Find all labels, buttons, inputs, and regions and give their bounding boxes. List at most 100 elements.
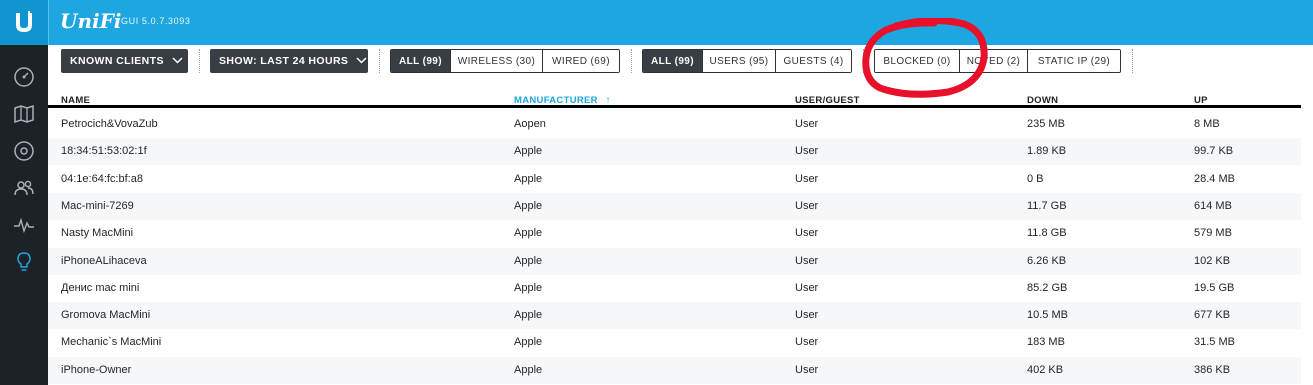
client-user-guest: User	[795, 309, 819, 322]
client-up: 99.7 KB	[1194, 145, 1234, 158]
dashboard-gauge-icon[interactable]	[12, 65, 36, 89]
toolbar-separator	[863, 49, 864, 73]
client-up: 386 KB	[1194, 363, 1231, 376]
client-filter-label: KNOWN CLIENTS	[70, 55, 164, 67]
table-row[interactable]: 18:34:51:53:02:1f Apple User 1.89 KB 99.7 KB	[48, 138, 1301, 166]
column-header-down[interactable]: DOWN	[1027, 95, 1058, 106]
client-up: 677 KB	[1194, 309, 1231, 322]
devices-icon[interactable]	[12, 139, 36, 163]
client-user-guest: User	[795, 172, 819, 185]
client-down: 1.89 KB	[1027, 145, 1067, 158]
tab-guests[interactable]: GUESTS (4)	[775, 50, 851, 72]
sort-ascending-arrow-icon: ↑	[605, 95, 611, 106]
client-down: 11.7 GB	[1027, 199, 1067, 212]
table-row[interactable]: Gromova MacMini Apple User 10.5 MB 677 KB	[48, 302, 1301, 330]
client-name: iPhoneALihaceva	[61, 254, 147, 267]
client-type-tabs: ALL (99) USERS (95) GUESTS (4)	[642, 49, 852, 73]
client-user-guest: User	[795, 118, 819, 130]
time-filter-dropdown[interactable]: SHOW: LAST 24 HOURS	[210, 49, 368, 73]
client-manufacturer: Apple	[514, 336, 543, 349]
column-header-up[interactable]: UP	[1194, 95, 1208, 106]
table-row[interactable]: Mac-mini-7269 Apple User 11.7 GB 614 MB	[48, 192, 1301, 220]
client-name: Nasty MacMini	[61, 227, 134, 240]
client-down: 6.26 KB	[1027, 254, 1067, 267]
client-up: 8 MB	[1194, 118, 1220, 130]
column-header-manufacturer[interactable]: MANUFACTURER ↑	[514, 95, 611, 106]
client-up: 28.4 MB	[1194, 172, 1235, 185]
gui-version: GUI 5.0.7.3093	[121, 16, 191, 26]
chevron-down-icon	[356, 55, 367, 67]
client-user-guest: User	[795, 254, 819, 267]
connection-tabs: ALL (99) WIRELESS (30) WIRED (69)	[390, 49, 620, 73]
tab-blocked[interactable]: BLOCKED (0)	[875, 50, 959, 72]
client-down: 402 KB	[1027, 363, 1064, 376]
tab-users[interactable]: USERS (95)	[702, 50, 775, 72]
insights-bulb-icon[interactable]	[12, 250, 36, 274]
header-divider	[48, 0, 49, 45]
client-manufacturer: Apple	[514, 363, 543, 376]
client-manufacturer: Apple	[514, 145, 543, 158]
time-filter-label: SHOW: LAST 24 HOURS	[219, 55, 349, 67]
client-down: 11.8 GB	[1027, 227, 1067, 240]
client-user-guest: User	[795, 145, 819, 158]
top-header: UniFi GUI 5.0.7.3093	[0, 0, 1313, 45]
tab-wired[interactable]: WIRED (69)	[542, 50, 619, 72]
sidebar	[0, 45, 48, 385]
client-user-guest: User	[795, 336, 819, 349]
table-row[interactable]: Mechanic`s MacMini Apple User 183 MB 31.5 MB	[48, 329, 1301, 356]
clients-icon[interactable]	[12, 176, 36, 200]
column-header-name[interactable]: NAME	[61, 95, 90, 106]
client-up: 19.5 GB	[1194, 281, 1235, 294]
client-up: 31.5 MB	[1194, 336, 1235, 349]
client-user-guest: User	[795, 227, 819, 240]
table-row[interactable]: iPhone-Owner Apple User 402 KB 386 KB	[48, 356, 1301, 384]
clients-table-header: NAME MANUFACTURER ↑ USER/GUEST DOWN UP	[48, 88, 1301, 108]
client-name: Денис mac mini	[61, 281, 140, 294]
ubiquiti-logo-icon[interactable]	[0, 0, 48, 45]
table-row[interactable]: iPhoneALihaceva Apple User 6.26 KB 102 KB	[48, 247, 1301, 275]
map-icon[interactable]	[12, 102, 36, 126]
client-user-guest: User	[795, 363, 819, 376]
client-up: 579 MB	[1194, 227, 1232, 240]
client-down: 10.5 MB	[1027, 309, 1068, 322]
client-name: Mechanic`s MacMini	[61, 336, 162, 349]
tab-all-connections[interactable]: ALL (99)	[391, 50, 450, 72]
client-name: 18:34:51:53:02:1f	[61, 145, 147, 158]
client-manufacturer: Apple	[514, 172, 543, 185]
client-manufacturer: Aopen	[514, 118, 546, 130]
client-manufacturer: Apple	[514, 281, 543, 294]
client-down: 85.2 GB	[1027, 281, 1068, 294]
unifi-app: UniFi GUI 5.0.7.3093 KNOWN CLIENTS SHOW:…	[0, 0, 1313, 385]
statistics-icon[interactable]	[12, 213, 36, 237]
client-manufacturer: Apple	[514, 199, 543, 212]
client-user-guest: User	[795, 281, 819, 294]
client-filter-dropdown[interactable]: KNOWN CLIENTS	[61, 49, 188, 73]
client-manufacturer: Apple	[514, 309, 543, 322]
toolbar-separator	[199, 49, 200, 73]
client-manufacturer: Apple	[514, 227, 543, 240]
toolbar-separator	[379, 49, 380, 73]
brand-name: UniFi	[60, 9, 122, 33]
tab-noted[interactable]: NOTED (2)	[959, 50, 1027, 72]
client-down: 235 MB	[1027, 118, 1065, 130]
status-tabs: BLOCKED (0) NOTED (2) STATIC IP (29)	[874, 49, 1121, 73]
client-up: 614 MB	[1194, 199, 1232, 212]
column-header-user-guest[interactable]: USER/GUEST	[795, 95, 860, 106]
tab-all-types[interactable]: ALL (99)	[643, 50, 702, 72]
client-manufacturer: Apple	[514, 254, 543, 267]
tab-wireless[interactable]: WIRELESS (30)	[450, 50, 542, 72]
chevron-down-icon	[172, 55, 183, 67]
toolbar-separator	[631, 49, 632, 73]
toolbar-separator	[1132, 49, 1133, 73]
client-name: iPhone-Owner	[61, 363, 132, 376]
table-row[interactable]: Petrocich&VovaZub Aopen User 235 MB 8 MB	[48, 111, 1301, 138]
client-user-guest: User	[795, 199, 819, 212]
client-name: Mac-mini-7269	[61, 199, 134, 212]
table-row[interactable]: 04:1e:64:fc:bf:a8 Apple User 0 B 28.4 MB	[48, 166, 1301, 193]
tab-static-ip[interactable]: STATIC IP (29)	[1027, 50, 1120, 72]
client-name: Gromova MacMini	[61, 309, 151, 322]
client-name: 04:1e:64:fc:bf:a8	[61, 172, 143, 185]
table-row[interactable]: Денис mac mini Apple User 85.2 GB 19.5 GB	[48, 275, 1301, 302]
table-row[interactable]: Nasty MacMini Apple User 11.8 GB 579 MB	[48, 220, 1301, 247]
manufacturer-header-label: MANUFACTURER	[514, 95, 598, 106]
